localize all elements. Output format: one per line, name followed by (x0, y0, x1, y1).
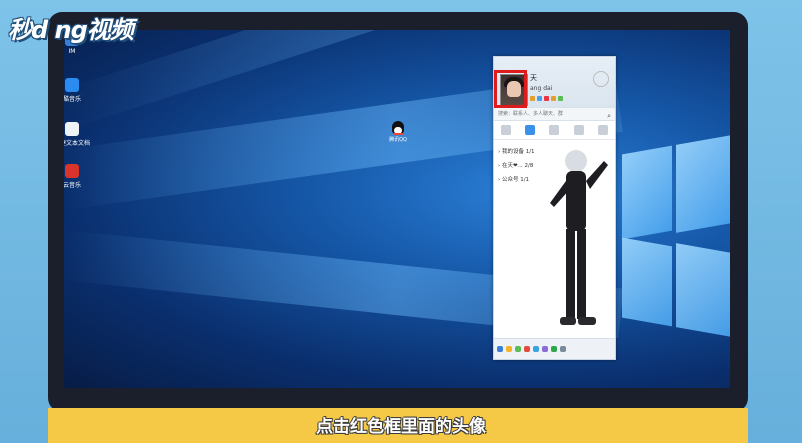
desktop-icon-text-document[interactable]: 新建文本文档 (64, 122, 102, 147)
app-icon[interactable] (542, 346, 548, 352)
app-icon[interactable] (506, 346, 512, 352)
menu-icon[interactable] (497, 346, 503, 352)
desktop-icon-cloud-music[interactable]: 云音乐 (64, 164, 102, 189)
text-document-icon (65, 122, 79, 136)
desktop-icon-qq[interactable]: 腾讯QQ (385, 121, 411, 143)
highlight-box (494, 70, 527, 108)
app-icon[interactable] (515, 346, 521, 352)
app-icon[interactable] (533, 346, 539, 352)
tab-favorites-icon[interactable] (573, 125, 584, 135)
qq-signature[interactable]: ang dai (530, 85, 552, 92)
windows-desktop: IM 酷音乐 新建文本文档 云音乐 (64, 30, 730, 388)
tab-phone-icon[interactable] (597, 125, 608, 135)
windows-logo (612, 130, 730, 360)
qq-bottom-toolbar (494, 338, 615, 359)
qq-nickname[interactable]: 天 (530, 73, 537, 83)
settings-icon[interactable] (560, 346, 566, 352)
caption-text: 点击红色框里面的头像 (316, 417, 486, 437)
cloud-music-icon (65, 164, 79, 178)
qq-penguin-icon (392, 121, 404, 135)
tab-contacts-icon[interactable] (525, 125, 536, 135)
brand-watermark: 秒d ng视频 (8, 16, 134, 44)
tab-messages-icon[interactable] (501, 125, 512, 135)
tab-groups-icon[interactable] (549, 125, 560, 135)
music-app-icon (65, 78, 79, 92)
desktop-icon-music[interactable]: 酷音乐 (64, 78, 102, 103)
app-icon[interactable] (551, 346, 557, 352)
weather-icon[interactable] (593, 71, 609, 87)
search-icon[interactable]: ⌕ (607, 110, 611, 122)
skin-character-illustration (550, 150, 608, 325)
app-icon[interactable] (524, 346, 530, 352)
qq-tab-bar (494, 121, 615, 140)
qq-search-input[interactable]: 搜索：联系人、多人聊天、群 ⌕ (494, 107, 615, 121)
qq-status-icons (530, 96, 563, 101)
